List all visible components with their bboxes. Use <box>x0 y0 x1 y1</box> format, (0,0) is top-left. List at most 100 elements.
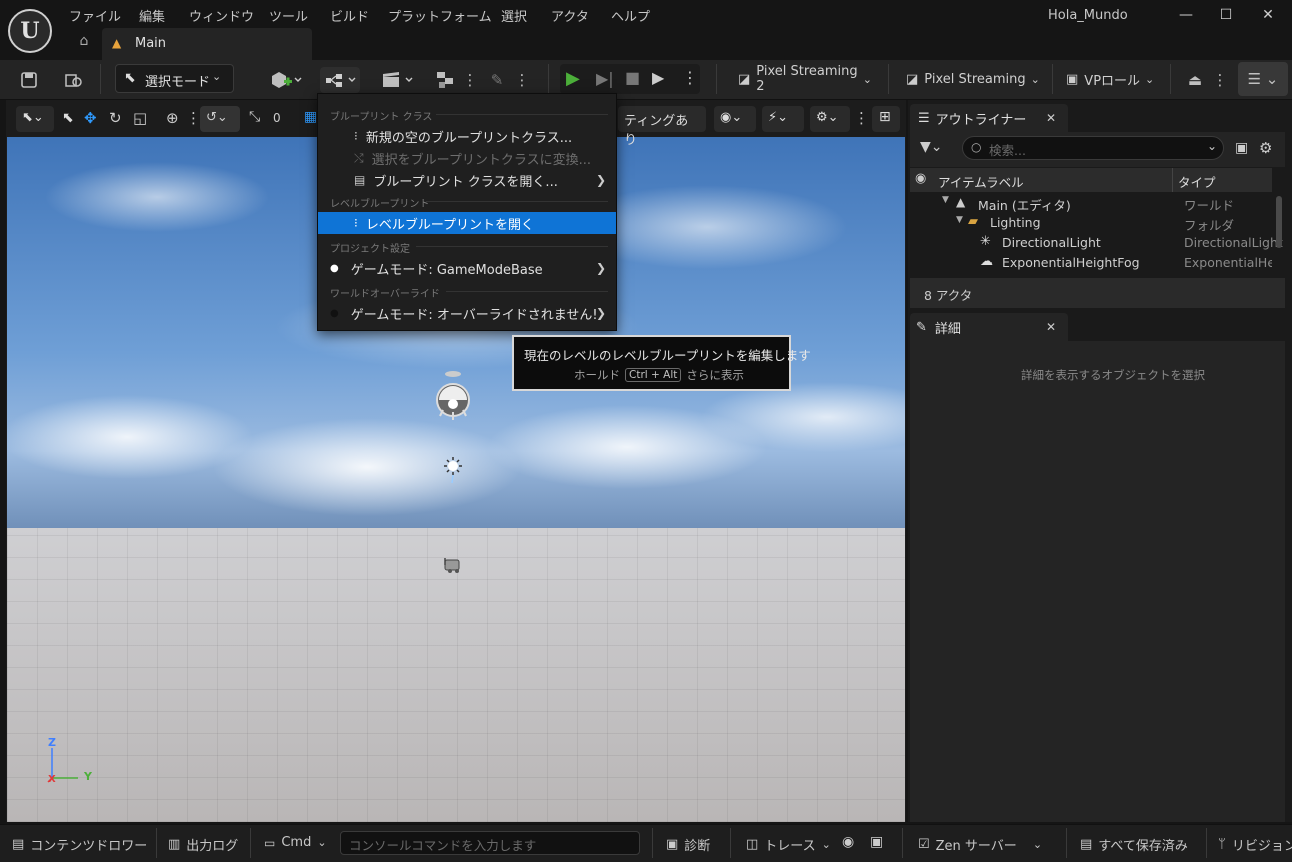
pcg-icon[interactable] <box>433 67 457 93</box>
tab-outliner[interactable]: ☰ アウトライナー ✕ <box>910 104 1068 132</box>
trace-dropdown[interactable]: ◫ トレース ⌄ <box>746 835 831 854</box>
unreal-logo-icon[interactable]: U <box>8 9 52 53</box>
chevron-down-icon: ⌄ <box>317 836 327 849</box>
play-options-icon[interactable]: ▶ <box>652 68 664 87</box>
statusbar-separator <box>1066 828 1067 858</box>
vp-role-dropdown[interactable]: ▣ VPロール ⌄ <box>1058 64 1166 94</box>
menu-window[interactable]: ウィンドウ <box>189 6 254 25</box>
world-space-icon[interactable]: ⊕ <box>166 109 179 127</box>
column-divider[interactable] <box>1172 168 1173 192</box>
col-type[interactable]: タイプ <box>1178 172 1216 191</box>
cmd-label: Cmd <box>281 835 312 850</box>
menu-item-convert-to-blueprint[interactable]: ⤭ 選択をブループリントクラスに変換... <box>318 147 616 169</box>
sky-light-icon[interactable] <box>433 368 473 422</box>
outliner-scrollbar[interactable] <box>1276 196 1282 248</box>
expand-arrow-icon[interactable]: ▼ <box>956 215 963 225</box>
cmd-dropdown[interactable]: ▭ Cmd ⌄ <box>264 835 327 850</box>
menu-actor[interactable]: アクタ <box>551 6 589 25</box>
platform-icon[interactable]: ⏏ <box>1182 67 1208 93</box>
search-input[interactable]: ○ 検索... ⌄ <box>962 136 1224 160</box>
more-options-icon[interactable]: ⋮ <box>682 68 698 87</box>
home-icon[interactable]: ⌂ <box>74 33 94 53</box>
grid-snap-icon[interactable]: ▦ <box>304 109 317 125</box>
close-icon[interactable]: ✕ <box>1046 320 1056 334</box>
menu-tools[interactable]: ツール <box>269 6 308 25</box>
surface-snap-button[interactable]: ↺⌄ <box>200 106 240 132</box>
more-options-icon[interactable]: ⋮ <box>1212 67 1228 93</box>
menu-file[interactable]: ファイル <box>69 6 121 25</box>
col-item-label[interactable]: アイテムラベル <box>938 172 1024 191</box>
record-icon[interactable]: ◉ <box>842 834 854 850</box>
diagnostics-button[interactable]: ▣ 診断 <box>666 835 710 854</box>
filter-icon[interactable]: ▼⌄ <box>920 139 943 155</box>
viewport-options-button[interactable]: ⬉⌄ <box>16 106 54 132</box>
performance-button[interactable]: ⚙⌄ <box>810 106 850 132</box>
modeling-tools-icon[interactable]: ✎ <box>484 67 510 93</box>
zen-server-dropdown[interactable]: ☑ Zen サーバー ⌄ <box>918 835 1042 854</box>
table-row[interactable]: ✳ DirectionalLight DirectionalLight <box>910 233 1283 253</box>
select-tool-icon[interactable]: ⬉ <box>62 110 74 126</box>
menu-item-label: 新規の空のブループリントクラス... <box>365 130 573 146</box>
save-all-button[interactable]: ▤ すべて保存済み <box>1080 835 1188 854</box>
close-button[interactable]: ✕ <box>1256 4 1280 26</box>
blueprint-icon[interactable] <box>320 67 360 93</box>
gear-icon[interactable]: ⚙ <box>1259 139 1272 157</box>
expand-arrow-icon[interactable]: ▼ <box>942 195 949 205</box>
maximize-button[interactable]: ☐ <box>1214 4 1238 26</box>
table-row[interactable]: ▼ ▰ Lighting フォルダ <box>910 213 1272 233</box>
more-options-icon[interactable]: ⋮ <box>462 67 478 93</box>
more-options-icon[interactable]: ⋮ <box>514 67 530 93</box>
scale-snap-icon[interactable]: ⤡ <box>249 109 260 125</box>
menu-build[interactable]: ビルド <box>330 6 369 25</box>
settings-menu-icon[interactable]: ☰ ⌄ <box>1238 62 1288 96</box>
add-folder-icon[interactable]: ▣ <box>1235 140 1248 156</box>
menu-select[interactable]: 選択 <box>501 6 527 25</box>
menu-edit[interactable]: 編集 <box>139 6 165 25</box>
scale-tool-icon[interactable]: ◱ <box>133 109 147 127</box>
screenshot-icon[interactable]: ▣ <box>870 834 883 850</box>
close-icon[interactable]: ✕ <box>1046 111 1056 125</box>
show-flags-button[interactable]: ◉⌄ <box>714 106 756 132</box>
menu-help[interactable]: ヘルプ <box>611 6 650 25</box>
menu-item-project-game-mode[interactable]: ● ゲームモード: GameModeBase ❯ <box>318 257 616 279</box>
table-row[interactable]: ☁ ExponentialHeightFog ExponentialHeig <box>910 253 1272 273</box>
selection-mode-dropdown[interactable]: ⬉ 選択モード ⌄ <box>115 64 234 93</box>
lighting-mode-button[interactable]: ティングあり <box>618 106 706 148</box>
tab-main[interactable]: ▲ Main <box>102 28 312 60</box>
menu-item-open-blueprint-class[interactable]: ▤ ブループリント クラスを開く... ❯ <box>318 169 616 191</box>
menu-item-new-empty-blueprint[interactable]: ⁝ 新規の空のブループリントクラス... <box>318 125 616 147</box>
rotate-tool-icon[interactable]: ↻ <box>109 109 122 127</box>
player-start-icon[interactable] <box>442 556 464 574</box>
menu-item-world-game-mode[interactable]: ● ゲームモード: オーバーライドされません! ❯ <box>318 302 616 324</box>
play-icon[interactable]: ▶ <box>566 68 580 89</box>
more-options-icon[interactable]: ⋮ <box>854 109 869 127</box>
pixel-streaming-dropdown[interactable]: ◪ Pixel Streaming ⌄ <box>898 64 1048 94</box>
translate-tool-icon[interactable]: ✥ <box>84 109 97 127</box>
visibility-icon[interactable]: ◉ <box>915 171 926 186</box>
output-log-button[interactable]: ▥ 出力ログ <box>168 835 238 854</box>
add-actor-icon[interactable] <box>266 67 306 93</box>
save-icon[interactable] <box>16 67 42 93</box>
more-options-icon[interactable]: ⋮ <box>186 109 201 127</box>
realtime-button[interactable]: ⚡⌄ <box>762 106 804 132</box>
content-drawer-button[interactable]: ▤ コンテンツドロワー <box>12 835 147 854</box>
row-label: Main (エディタ) <box>978 198 1071 213</box>
pixel-streaming-label: Pixel Streaming <box>924 71 1026 87</box>
directional-light-icon[interactable] <box>443 456 463 484</box>
menu-platforms[interactable]: プラットフォーム <box>388 6 492 25</box>
minimize-button[interactable]: — <box>1174 4 1198 26</box>
table-row[interactable]: ▼ ▲ Main (エディタ) ワールド <box>910 193 1272 213</box>
viewport-layout-icon[interactable]: ⊞ <box>872 106 900 132</box>
browse-icon[interactable] <box>60 67 88 93</box>
actor-count: 8 アクタ <box>924 288 973 303</box>
step-icon[interactable]: ▶| <box>596 69 614 88</box>
revision-control-button[interactable]: ᛘ リビジョン <box>1218 835 1292 854</box>
menu-divider <box>436 114 608 115</box>
pixel-streaming-2-dropdown[interactable]: ◪ Pixel Streaming 2 ⌄ <box>730 64 880 94</box>
cinematics-icon[interactable] <box>377 67 417 93</box>
tab-details[interactable]: ✎ 詳細 ✕ <box>910 313 1068 341</box>
stop-icon[interactable]: ■ <box>625 68 640 87</box>
console-command-input[interactable]: コンソールコマンドを入力します <box>340 831 640 855</box>
scale-snap-value[interactable]: 0 <box>273 111 281 125</box>
menu-item-open-level-blueprint[interactable]: ⁝ レベルブループリントを開く <box>318 212 616 234</box>
